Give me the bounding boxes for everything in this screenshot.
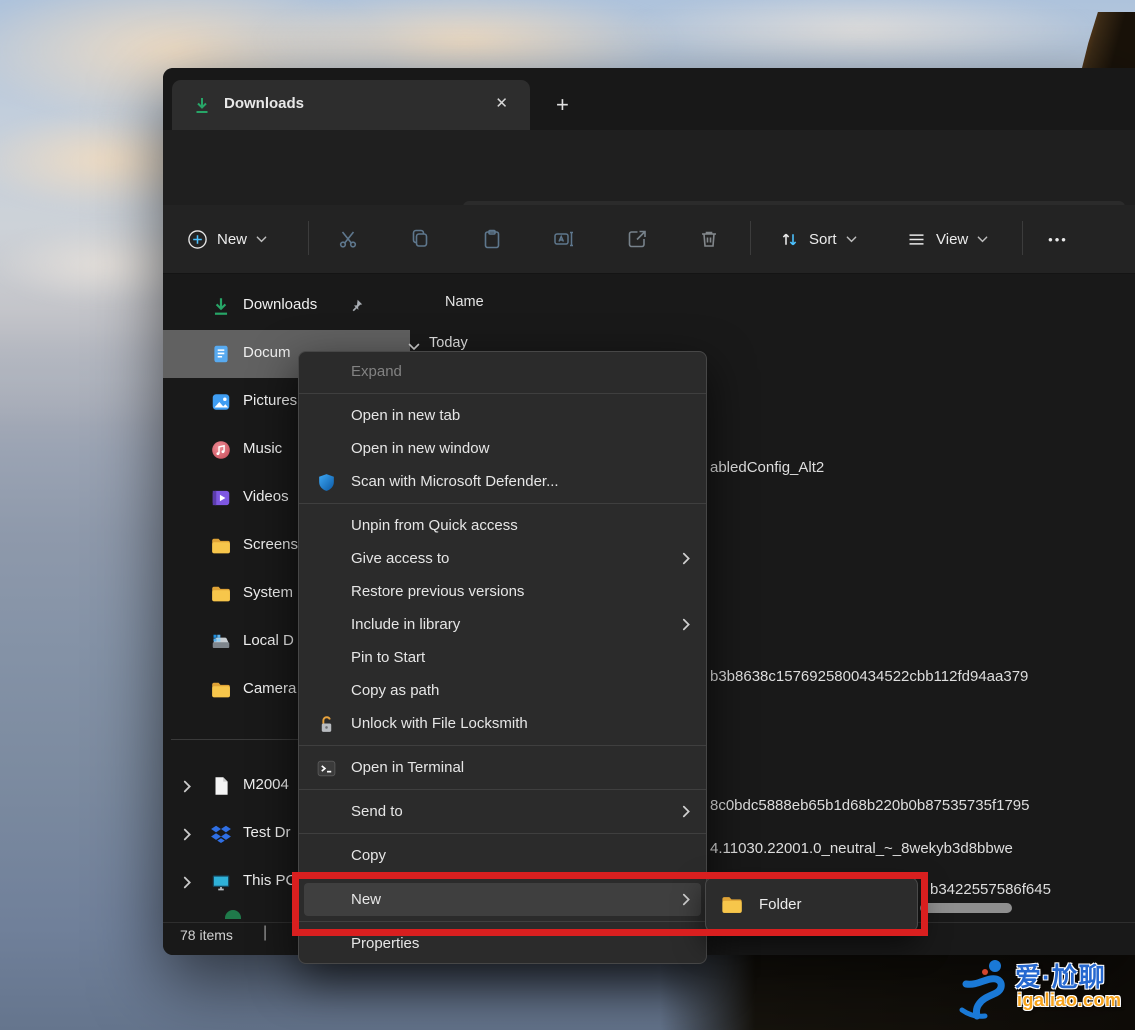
download-icon bbox=[209, 294, 233, 318]
local-disk-icon bbox=[209, 630, 233, 654]
watermark-runner-logo-icon bbox=[958, 957, 1014, 1028]
submenu-arrow-icon bbox=[682, 805, 691, 822]
horizon-haze bbox=[0, 330, 178, 425]
download-icon bbox=[192, 95, 212, 115]
menu-item-send-to[interactable]: Send to bbox=[299, 795, 706, 828]
menu-item-copy[interactable]: Copy bbox=[299, 839, 706, 872]
menu-item-open-in-terminal[interactable]: Open in Terminal bbox=[299, 751, 706, 784]
sort-button-label: Sort bbox=[809, 231, 837, 248]
menu-item-copy-as-path[interactable]: Copy as path bbox=[299, 674, 706, 707]
chevron-right-icon[interactable] bbox=[183, 876, 192, 894]
menu-separator bbox=[299, 498, 706, 509]
document-icon bbox=[209, 342, 233, 366]
sort-button[interactable]: Sort bbox=[771, 219, 865, 259]
menu-item-expand[interactable]: Expand bbox=[299, 355, 706, 388]
title-bar: Downloads ✕ + bbox=[163, 68, 1135, 130]
new-plus-circle-icon bbox=[187, 229, 208, 250]
chevron-right-icon[interactable] bbox=[183, 828, 192, 846]
column-header-name[interactable]: Name bbox=[445, 294, 484, 310]
menu-item-pin-to-start[interactable]: Pin to Start bbox=[299, 641, 706, 674]
file-name[interactable]: b3b8638c1576925800434522cbb112fd94aa379 bbox=[710, 668, 1028, 685]
navigation-bar: Downloads bbox=[163, 130, 1135, 205]
group-label-today[interactable]: Today bbox=[429, 335, 468, 351]
screen: Downloads ✕ + bbox=[0, 0, 1135, 1030]
tab-downloads[interactable]: Downloads ✕ bbox=[172, 80, 530, 130]
new-button-label: New bbox=[217, 231, 247, 248]
page-icon bbox=[209, 774, 233, 798]
defender-shield-icon bbox=[313, 469, 339, 495]
menu-item-unpin-from-quick-access[interactable]: Unpin from Quick access bbox=[299, 509, 706, 542]
folder-icon bbox=[209, 678, 233, 702]
pin-icon bbox=[348, 298, 364, 319]
file-name[interactable]: 4.11030.22001.0_neutral_~_8wekyb3d8bbwe bbox=[710, 840, 1013, 857]
file-name[interactable]: 8c0bdc5888eb65b1d68b220b0b87535735f1795 bbox=[710, 797, 1030, 814]
chevron-down-icon bbox=[977, 234, 988, 245]
share-button[interactable] bbox=[617, 219, 657, 259]
cloud bbox=[620, 0, 1100, 70]
toolbar-divider bbox=[1022, 221, 1023, 255]
menu-separator bbox=[299, 388, 706, 399]
menu-separator bbox=[299, 784, 706, 795]
toolbar-divider bbox=[750, 221, 751, 255]
menu-item-open-in-new-window[interactable]: Open in new window bbox=[299, 432, 706, 465]
horizontal-scrollbar-thumb[interactable] bbox=[920, 903, 1012, 913]
menu-item-scan-with-defender[interactable]: Scan with Microsoft Defender... bbox=[299, 465, 706, 498]
new-tab-button[interactable]: + bbox=[556, 92, 569, 118]
view-lines-icon bbox=[906, 229, 927, 250]
menu-item-include-in-library[interactable]: Include in library bbox=[299, 608, 706, 641]
statusbar-item-count: 78 items bbox=[180, 927, 233, 943]
annotation-highlight-box bbox=[292, 872, 928, 936]
network-icon-partial bbox=[225, 910, 241, 919]
new-button[interactable]: New bbox=[179, 219, 275, 259]
watermark-title: 爱·尬聊 bbox=[1015, 957, 1106, 994]
more-options-button[interactable]: ••• bbox=[1038, 219, 1078, 259]
watermark: 爱·尬聊 igaliao.com bbox=[958, 953, 1135, 1030]
terminal-icon bbox=[313, 755, 339, 781]
menu-separator bbox=[299, 828, 706, 839]
file-name[interactable]: b3422557586f645 bbox=[930, 881, 1051, 898]
videos-icon bbox=[209, 486, 233, 510]
view-button[interactable]: View bbox=[898, 219, 996, 259]
menu-item-unlock-with-file-locksmith[interactable]: Unlock with File Locksmith bbox=[299, 707, 706, 740]
watermark-site: igaliao.com bbox=[1017, 990, 1122, 1011]
menu-item-give-access-to[interactable]: Give access to bbox=[299, 542, 706, 575]
rename-button[interactable] bbox=[544, 219, 584, 259]
chevron-right-icon[interactable] bbox=[183, 780, 192, 798]
music-icon bbox=[209, 438, 233, 462]
delete-button[interactable] bbox=[689, 219, 729, 259]
sort-arrows-icon bbox=[779, 229, 800, 250]
submenu-arrow-icon bbox=[682, 618, 691, 635]
cut-button[interactable] bbox=[328, 219, 368, 259]
toolbar-divider bbox=[308, 221, 309, 255]
folder-icon bbox=[209, 534, 233, 558]
menu-item-open-in-new-tab[interactable]: Open in new tab bbox=[299, 399, 706, 432]
this-pc-icon bbox=[209, 870, 233, 894]
statusbar-view-divider: | bbox=[263, 924, 267, 942]
tab-title: Downloads bbox=[224, 95, 304, 112]
folder-icon bbox=[209, 582, 233, 606]
padlock-open-icon bbox=[313, 711, 339, 737]
chevron-down-icon bbox=[846, 234, 857, 245]
paste-button[interactable] bbox=[472, 219, 512, 259]
chevron-down-icon bbox=[256, 234, 267, 245]
menu-item-restore-previous-versions[interactable]: Restore previous versions bbox=[299, 575, 706, 608]
submenu-arrow-icon bbox=[682, 552, 691, 569]
menu-separator bbox=[299, 740, 706, 751]
copy-button[interactable] bbox=[400, 219, 440, 259]
view-button-label: View bbox=[936, 231, 968, 248]
file-name[interactable]: abledConfig_Alt2 bbox=[710, 459, 824, 476]
tab-close-button[interactable]: ✕ bbox=[495, 94, 508, 112]
pictures-icon bbox=[209, 390, 233, 414]
dropbox-icon bbox=[209, 822, 233, 846]
sidebar-item-downloads[interactable]: Downloads bbox=[163, 282, 410, 330]
